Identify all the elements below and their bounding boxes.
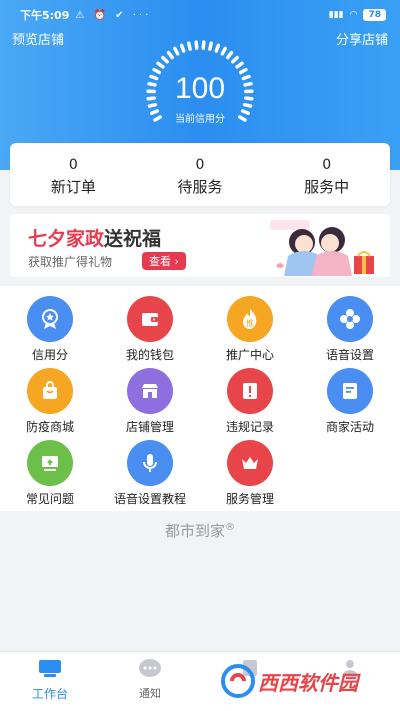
grid-item-faq[interactable]: 常见问题 (0, 440, 100, 507)
stat-label: 服务中 (304, 178, 350, 196)
status-right: ▮▮▮ ◠ 78 (329, 9, 386, 21)
gauge-tick (179, 43, 186, 53)
grid-item-label: 违规记录 (225, 420, 274, 434)
signal-icon: ▮▮▮ (328, 10, 344, 20)
microphone-icon (127, 440, 173, 486)
stat-label: 新订单 (50, 178, 96, 196)
gauge-tick (220, 46, 227, 56)
stat-new-orders[interactable]: 0 新订单 (10, 143, 137, 206)
gauge-tick (161, 55, 169, 64)
watermark-logo-icon (221, 664, 255, 698)
banner-view-button[interactable]: 查看 › (142, 252, 186, 270)
tab-label: 工作台 (31, 687, 68, 701)
grid-item-merchant-activities[interactable]: 商家活动 (300, 368, 400, 435)
banner-title-dark: 送祝福 (104, 228, 162, 250)
grid-item-label: 服务管理 (225, 492, 274, 506)
document-icon (327, 368, 373, 414)
grid-item-label: 店铺管理 (125, 420, 174, 434)
svg-text:推: 推 (246, 318, 254, 328)
grid-item-epidemic-mall[interactable]: 防疫商城 (0, 368, 100, 435)
gauge-tick (226, 50, 234, 60)
stat-pending-service[interactable]: 0 待服务 (137, 143, 264, 206)
brand-footer: 都市到家® (0, 520, 400, 541)
grid-item-label: 语音设置教程 (113, 492, 186, 506)
grid-item-service-management[interactable]: 服务管理 (200, 440, 300, 507)
grid-item-label: 常见问题 (25, 492, 74, 506)
store-icon (127, 368, 173, 414)
grid-item-label: 推广中心 (225, 348, 274, 362)
stat-number: 0 (195, 157, 205, 173)
stat-number: 0 (322, 157, 332, 173)
gauge-tick (187, 41, 192, 51)
wallet-icon (127, 296, 173, 342)
grid-item-wallet[interactable]: 我的钱包 (100, 296, 200, 363)
registered-mark: ® (225, 522, 235, 533)
grid-item-violation-records[interactable]: 违规记录 (200, 368, 300, 435)
grid-item-label: 商家活动 (325, 420, 374, 434)
gauge-tick (201, 40, 206, 50)
order-stats-card: 0 新订单 0 待服务 0 服务中 (10, 143, 390, 206)
crown-icon (227, 440, 273, 486)
banner-title: 七夕家政送祝福 (28, 224, 161, 251)
grid-item-label: 防疫商城 (25, 420, 74, 434)
battery-icon: 78 (363, 9, 386, 21)
status-notification-icons: ⚠ ⏰ ✔ ··· (75, 9, 152, 21)
grid-item-store-management[interactable]: 店铺管理 (100, 368, 200, 435)
brand-name: 都市到家 (164, 522, 225, 540)
grid-item-label: 我的钱包 (125, 348, 174, 362)
chat-icon (139, 659, 161, 677)
gauge-tick (235, 61, 244, 69)
function-grid: 信用分 我的钱包 推 推广中心 语音设置 防疫商城 店铺管理 违规记录 商家活动… (0, 286, 400, 511)
stat-label: 待服务 (177, 178, 223, 196)
grid-item-voice-settings[interactable]: 语音设置 (300, 296, 400, 363)
gauge-tick (156, 61, 165, 69)
watermark: 西西软件园 (220, 660, 380, 702)
gauge-tick (231, 55, 239, 64)
grid-item-promotion-center[interactable]: 推 推广中心 (200, 296, 300, 363)
banner-subtitle: 获取推广得礼物 (28, 255, 113, 269)
gauge-tick (194, 40, 199, 50)
promote-icon: 推 (227, 296, 273, 342)
banner-title-red: 七夕家政 (28, 228, 105, 250)
wifi-icon: ◠ (349, 10, 358, 20)
tab-notifications[interactable]: 通知 (100, 652, 200, 711)
grid-item-credit-score[interactable]: 信用分 (0, 296, 100, 363)
preview-shop-link[interactable]: 预览店铺 (12, 29, 64, 48)
credit-score-label: 当前信用分 (175, 114, 225, 125)
shopping-bag-icon (27, 368, 73, 414)
grid-item-label: 信用分 (31, 348, 68, 362)
stat-in-service[interactable]: 0 服务中 (263, 143, 390, 206)
couple-illustration (270, 220, 374, 276)
tab-workbench[interactable]: 工作台 (0, 652, 100, 711)
grid-item-label: 语音设置 (325, 348, 374, 362)
monitor-icon (27, 440, 73, 486)
gauge-tick (214, 43, 221, 53)
grid-item-voice-tutorial[interactable]: 语音设置教程 (100, 440, 200, 507)
alert-icon (227, 368, 273, 414)
status-time: 下午5:09 (20, 9, 70, 22)
share-shop-link[interactable]: 分享店铺 (336, 29, 388, 48)
gauge-tick (173, 46, 180, 56)
gauge-tick (208, 41, 213, 51)
badge-icon (27, 296, 73, 342)
qixi-promo-banner[interactable]: 七夕家政送祝福 获取推广得礼物 查看 › (10, 214, 390, 277)
flower-gear-icon (327, 296, 373, 342)
status-bar: 下午5:09 ⚠ ⏰ ✔ ··· ▮▮▮ ◠ 78 (20, 6, 386, 24)
credit-score: 100 (174, 72, 226, 105)
gauge-tick (166, 50, 174, 60)
desk-icon (39, 660, 61, 677)
tab-label: 通知 (139, 687, 161, 700)
watermark-text: 西西软件园 (258, 670, 358, 695)
stat-number: 0 (68, 157, 78, 173)
